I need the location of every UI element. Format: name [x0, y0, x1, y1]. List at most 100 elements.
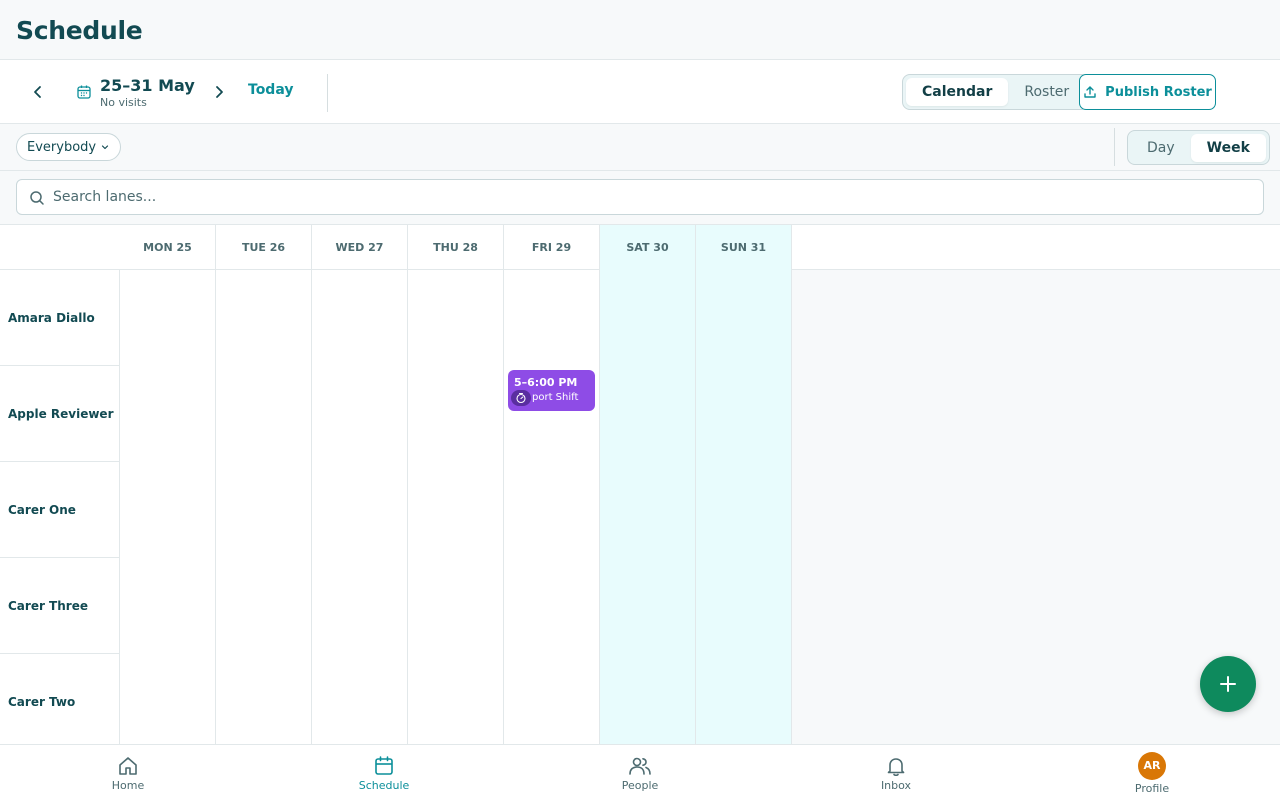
schedule-cell[interactable]: [408, 654, 504, 745]
grid-header: MON 25 TUE 26 WED 27 THU 28 FRI 29 SAT 30 SUN …: [0, 225, 1280, 270]
bell-icon: [887, 757, 905, 776]
publish-roster-button[interactable]: Publish Roster: [1079, 74, 1216, 110]
everybody-label: Everybody: [27, 139, 97, 155]
tab-calendar[interactable]: Calendar: [906, 78, 1009, 106]
schedule-cell[interactable]: [504, 270, 600, 367]
nav-home[interactable]: Home: [68, 745, 188, 801]
nav-inbox[interactable]: Inbox: [836, 745, 956, 801]
toolbar: 25–31 May No visits Today Calendar Roste…: [0, 60, 1280, 124]
nav-inbox-label: Inbox: [880, 778, 912, 792]
schedule-cell[interactable]: [312, 366, 408, 463]
schedule-cell[interactable]: [312, 654, 408, 745]
schedule-cell[interactable]: [600, 558, 696, 655]
shift-time: 5–6:00 PM: [514, 376, 578, 389]
timer-icon: [511, 390, 531, 406]
schedule-cell[interactable]: [696, 366, 792, 463]
nav-schedule-label: Schedule: [358, 778, 410, 792]
search-box: [16, 179, 1264, 215]
schedule-cell[interactable]: [120, 462, 216, 559]
tab-day[interactable]: Day: [1131, 134, 1191, 162]
previous-week-button[interactable]: [26, 80, 50, 104]
lane-label: Amara Diallo: [0, 270, 120, 366]
lane-label: Carer Three: [0, 558, 120, 654]
schedule-cell[interactable]: [216, 654, 312, 745]
day-header: SAT 30: [600, 225, 696, 270]
schedule-cell[interactable]: [696, 270, 792, 367]
visits-summary: No visits: [100, 96, 147, 109]
today-button[interactable]: Today: [248, 82, 293, 98]
home-icon: [119, 756, 137, 775]
schedule-cell[interactable]: [216, 462, 312, 559]
schedule-cell[interactable]: [504, 558, 600, 655]
lane-label: Carer Two: [0, 654, 120, 745]
shift-label: port Shift: [532, 392, 579, 403]
range-switch: Day Week: [1127, 130, 1270, 165]
page-title: Schedule: [16, 16, 143, 45]
avatar: AR: [1138, 751, 1166, 780]
lane-label: Carer One: [0, 462, 120, 558]
chevron-right-icon: [216, 86, 223, 98]
day-header: WED 27: [312, 225, 408, 270]
schedule-cell[interactable]: [216, 270, 312, 367]
next-week-button[interactable]: [207, 80, 231, 104]
chevron-left-icon: [34, 86, 41, 98]
schedule-cell[interactable]: [120, 558, 216, 655]
page-header: Schedule: [0, 0, 1280, 60]
toolbar-divider: [327, 74, 328, 112]
schedule-cell[interactable]: [696, 462, 792, 559]
schedule-cell[interactable]: [312, 558, 408, 655]
lane-label: Apple Reviewer: [0, 366, 120, 462]
tab-roster[interactable]: Roster: [1008, 78, 1085, 106]
schedule-cell[interactable]: [216, 366, 312, 463]
nav-schedule[interactable]: Schedule: [324, 745, 444, 801]
lane-column: Amara Diallo Apple Reviewer Carer One Carer…: [0, 270, 120, 745]
add-visit-button[interactable]: [1200, 656, 1256, 712]
day-header: FRI 29: [504, 225, 600, 270]
filter-divider: [1114, 128, 1115, 166]
schedule-cell[interactable]: [600, 654, 696, 745]
calendar-icon: [375, 755, 393, 775]
day-header: THU 28: [408, 225, 504, 270]
schedule-cell[interactable]: [216, 558, 312, 655]
nav-people[interactable]: People: [580, 745, 700, 801]
schedule-cell[interactable]: [504, 462, 600, 559]
schedule-cell[interactable]: [120, 366, 216, 463]
nav-profile-label: Profile: [1134, 781, 1170, 795]
schedule-cell[interactable]: [120, 654, 216, 745]
nav-profile[interactable]: AR Profile: [1092, 745, 1212, 801]
schedule-cell[interactable]: [408, 270, 504, 367]
schedule-cell[interactable]: [408, 462, 504, 559]
schedule-cell[interactable]: [504, 654, 600, 745]
nav-people-label: People: [621, 778, 659, 792]
chevron-down-icon: [102, 145, 109, 150]
search-input[interactable]: [53, 180, 1253, 214]
schedule-cell[interactable]: [312, 462, 408, 559]
filter-row: Everybody Day Week: [0, 124, 1280, 171]
upload-icon: [1084, 86, 1096, 98]
day-header: SUN 31: [696, 225, 792, 270]
shift-card[interactable]: 5–6:00 PM port Shift: [508, 370, 595, 411]
schedule-cell[interactable]: [696, 558, 792, 655]
people-icon: [629, 757, 651, 775]
day-header: MON 25: [120, 225, 216, 270]
schedule-cell[interactable]: [696, 654, 792, 745]
tab-week[interactable]: Week: [1190, 134, 1266, 162]
search-bar: [0, 171, 1280, 225]
calendar-icon: [77, 85, 91, 99]
schedule-cell[interactable]: [600, 270, 696, 367]
bottom-nav: Home Schedule People Inbox AR Profile: [0, 744, 1280, 800]
date-range-label: 25–31 May: [100, 76, 195, 95]
schedule-cell[interactable]: [312, 270, 408, 367]
day-header: TUE 26: [216, 225, 312, 270]
schedule-grid: MON 25 TUE 26 WED 27 THU 28 FRI 29 SAT 30 SUN …: [0, 225, 1280, 745]
schedule-cell[interactable]: [600, 366, 696, 463]
plus-icon: [1220, 676, 1236, 692]
search-icon: [30, 191, 44, 205]
schedule-cell[interactable]: [600, 462, 696, 559]
schedule-cell[interactable]: [120, 270, 216, 367]
publish-roster-label: Publish Roster: [1105, 84, 1212, 100]
schedule-cell[interactable]: [408, 558, 504, 655]
everybody-filter[interactable]: Everybody: [16, 133, 122, 161]
schedule-cell[interactable]: [408, 366, 504, 463]
nav-home-label: Home: [111, 778, 145, 792]
